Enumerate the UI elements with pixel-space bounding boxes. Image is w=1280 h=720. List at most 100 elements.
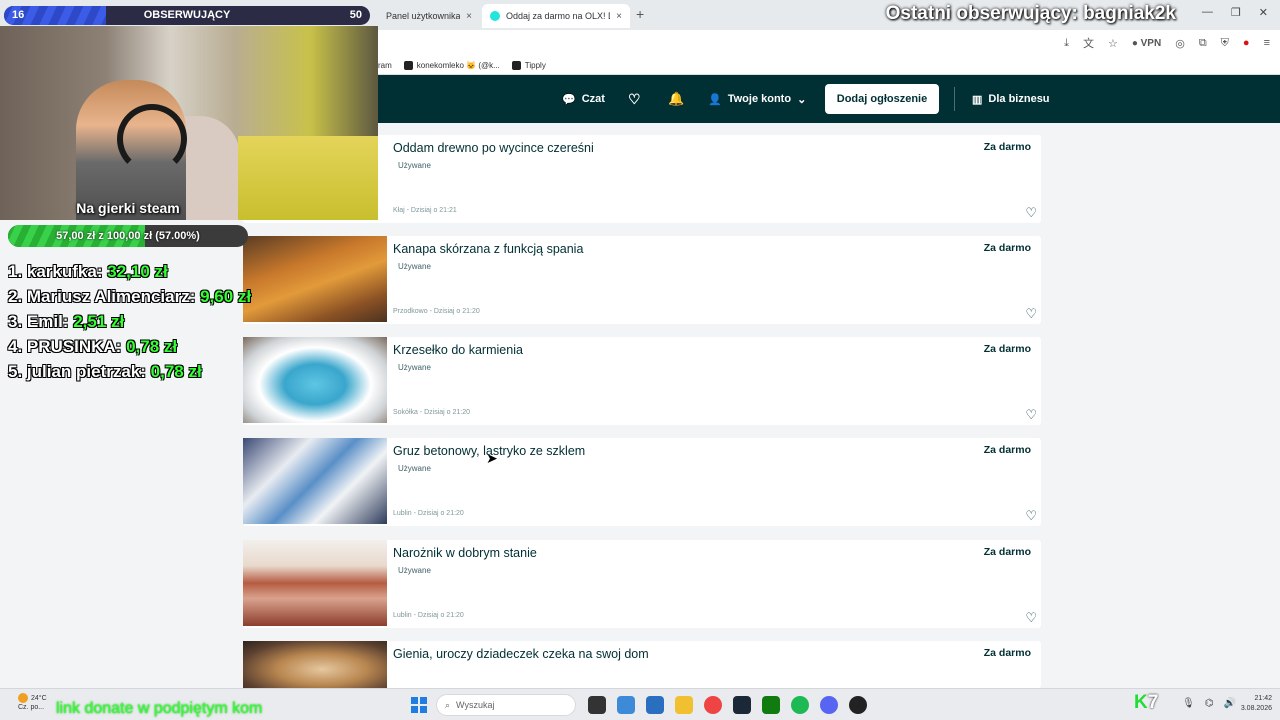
bookmark-item[interactable]: konekomleko 🐱 (@k...	[403, 60, 500, 70]
donor-item: 4. PRUSINKA: 0,78 zł	[8, 337, 178, 356]
chevron-down-icon: ⌄	[797, 93, 807, 106]
listing-condition: Używane	[398, 363, 431, 372]
vpn-button[interactable]: ● VPN	[1132, 38, 1161, 49]
search-placeholder: Wyszukaj	[456, 700, 495, 710]
tab-label: Oddaj za darmo na OLX! Dodaj	[506, 11, 610, 21]
clock-date: 3.08.2026	[1240, 705, 1272, 712]
user-icon: 👤	[708, 93, 722, 106]
widgets-icon[interactable]	[617, 696, 635, 714]
download-icon[interactable]: ⤓	[1064, 37, 1069, 50]
listing-title[interactable]: Oddam drewno po wycince czereśni	[393, 141, 594, 155]
task-view-icon[interactable]	[588, 696, 606, 714]
k7-logo: K7	[1134, 692, 1159, 713]
building-icon: ▥	[972, 93, 983, 106]
obs-icon[interactable]	[849, 696, 867, 714]
listing-price: Za darmo	[983, 242, 1031, 254]
steam-icon[interactable]	[733, 696, 751, 714]
vpn-label: VPN	[1140, 37, 1162, 49]
business-link[interactable]: ▥ Dla biznesu	[972, 75, 1050, 123]
tipply-icon	[511, 60, 521, 70]
bookmark-item[interactable]: ram	[378, 61, 392, 70]
menu-icon[interactable]: ≡	[1264, 37, 1270, 49]
extension-icon[interactable]: ◎	[1175, 37, 1185, 50]
listing-title[interactable]: Kanapa skórzana z funkcją spania	[393, 242, 583, 256]
chat-label: Czat	[581, 93, 605, 105]
listing-card[interactable]: Kanapa skórzana z funkcją spania Używane…	[243, 236, 1041, 324]
heart-icon[interactable]: ♡	[1025, 407, 1037, 423]
listing-thumbnail[interactable]	[243, 438, 387, 524]
listing-card[interactable]: Gruz betonowy, lastryko ze szklem Używan…	[243, 438, 1041, 526]
listing-location: Kłaj - Dzisiaj o 21:21	[393, 207, 457, 214]
taskbar-search[interactable]: ⌕ Wyszukaj	[436, 694, 576, 716]
tab-user-panel[interactable]: Panel użytkownika ×	[378, 4, 480, 28]
close-tab-icon[interactable]: ×	[616, 11, 622, 22]
xbox-icon[interactable]	[762, 696, 780, 714]
listing-title[interactable]: Gienia, uroczy dziadeczek czeka na swoj …	[393, 647, 649, 661]
account-menu[interactable]: 👤 Twoje konto ⌄	[708, 75, 806, 123]
window-controls: — ❐ ✕	[1202, 6, 1268, 19]
tab-olx[interactable]: Oddaj za darmo na OLX! Dodaj ×	[482, 4, 630, 28]
shield-icon[interactable]: ⛨	[1221, 37, 1229, 50]
listing-title[interactable]: Krzesełko do karmienia	[393, 343, 523, 357]
heart-icon[interactable]: ♡	[1025, 205, 1037, 221]
toolbar-icons: ⤓ 文 ☆ ● VPN ◎ ⧉ ⛨ ● ≡	[1064, 35, 1270, 51]
follower-goal-max: 50	[349, 9, 362, 21]
opera-icon[interactable]: ●	[1243, 37, 1250, 49]
new-tab-button[interactable]: +	[636, 6, 644, 22]
weather-widget[interactable]: 24°C Cz. po...	[18, 693, 47, 712]
heart-icon[interactable]: ♡	[1025, 610, 1037, 626]
donation-goal-text: 57,00 zł z 100,00 zł (57.00%)	[56, 230, 200, 242]
listing-card[interactable]: Gienia, uroczy dziadeczek czeka na swoj …	[243, 641, 1041, 688]
listing-price: Za darmo	[983, 546, 1031, 558]
listing-thumbnail[interactable]	[243, 236, 387, 322]
listing-thumbnail[interactable]	[243, 540, 387, 626]
translate-icon[interactable]: 文	[1083, 35, 1094, 51]
photos-icon[interactable]	[646, 696, 664, 714]
donor-amount: 9,60 zł	[200, 287, 252, 306]
listing-condition: Używane	[398, 262, 431, 271]
tab-label: Panel użytkownika	[386, 11, 461, 21]
last-follower-text: Ostatni obserwujący: bagniak2k	[885, 3, 1176, 24]
close-window-button[interactable]: ✕	[1259, 6, 1268, 19]
webcam-bed	[238, 136, 378, 220]
volume-icon[interactable]: 🔊	[1224, 698, 1236, 709]
donate-link-text: link donate w podpiętym kom	[56, 700, 263, 717]
bookmark-item[interactable]: Tipply	[511, 60, 546, 70]
donation-goal-title: Na gierki steam	[76, 200, 180, 216]
discord-icon[interactable]	[820, 696, 838, 714]
follower-goal-bar: 16 OBSERWUJĄCY 50	[4, 6, 370, 25]
chat-link[interactable]: 💬 Czat	[562, 75, 605, 123]
mic-icon[interactable]: 🎙	[1182, 698, 1195, 709]
add-listing-button[interactable]: Dodaj ogłoszenie	[825, 84, 939, 114]
favorites-heart-icon[interactable]: ♡	[628, 75, 641, 123]
donor-item: 1. karkufka: 32,10 zł	[8, 262, 168, 281]
donor-item: 2. Mariusz Alimenciarz: 9,60 zł	[8, 287, 252, 306]
listing-location: Lublin - Dzisiaj o 21:20	[393, 612, 464, 619]
listing-thumbnail[interactable]	[243, 641, 387, 688]
heart-icon[interactable]: ♡	[1025, 306, 1037, 322]
listing-card[interactable]: Narożnik w dobrym stanie Używane Lublin …	[243, 540, 1041, 628]
header-divider	[954, 87, 955, 111]
search-icon: ⌕	[445, 699, 451, 710]
opera-browser-icon[interactable]	[704, 696, 722, 714]
close-tab-icon[interactable]: ×	[466, 11, 472, 22]
weather-icon	[18, 693, 28, 703]
puzzle-icon[interactable]: ⧉	[1199, 37, 1207, 50]
bookmark-star-icon[interactable]: ☆	[1108, 37, 1118, 50]
listing-card[interactable]: Krzesełko do karmienia Używane Sokółka -…	[243, 337, 1041, 425]
minimize-button[interactable]: —	[1202, 6, 1213, 19]
heart-icon[interactable]: ♡	[1025, 508, 1037, 524]
taskbar-clock[interactable]: 21:42 3.08.2026	[1241, 694, 1272, 714]
windows-start-icon[interactable]	[411, 697, 427, 713]
spotify-icon[interactable]	[791, 696, 809, 714]
notifications-bell-icon[interactable]: 🔔	[668, 75, 684, 123]
taskbar-apps	[588, 696, 867, 714]
listing-title[interactable]: Narożnik w dobrym stanie	[393, 546, 537, 560]
olx-favicon-icon	[490, 11, 500, 21]
maximize-button[interactable]: ❐	[1231, 6, 1241, 19]
listing-thumbnail[interactable]	[243, 337, 387, 423]
network-icon[interactable]: ⌬	[1205, 698, 1214, 709]
donor-item: 5. julian pietrzak: 0,78 zł	[8, 362, 202, 381]
file-explorer-icon[interactable]	[675, 696, 693, 714]
headset-icon	[117, 104, 187, 174]
